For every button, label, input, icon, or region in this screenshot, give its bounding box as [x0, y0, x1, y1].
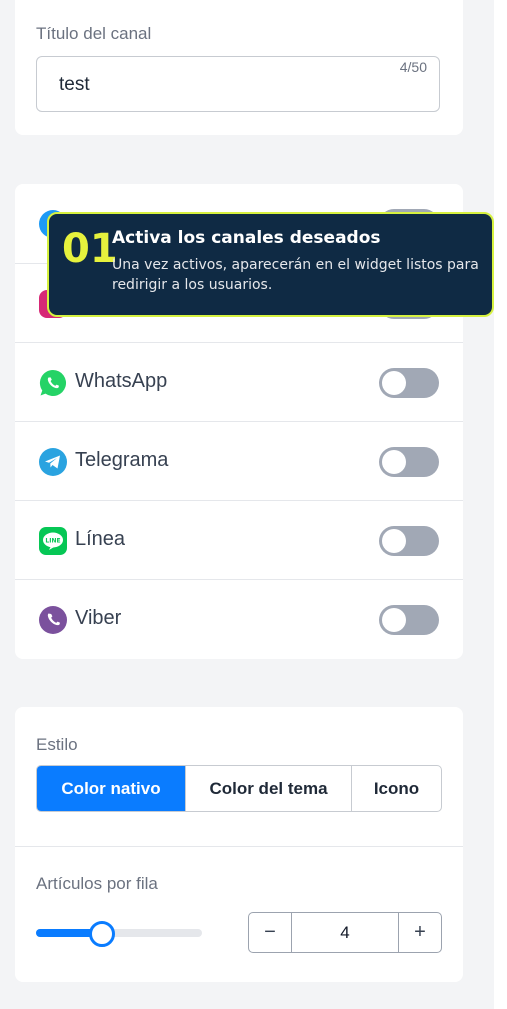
- items-per-row-value[interactable]: 4: [291, 913, 399, 952]
- settings-column: Título del canal test 4/50 WhatsApp Tele…: [0, 0, 494, 1009]
- toggle-knob: [382, 450, 406, 474]
- line-icon: LINE: [39, 527, 67, 555]
- channel-toggle[interactable]: [379, 368, 439, 398]
- items-per-row-label: Artículos por fila: [36, 874, 158, 893]
- character-counter: 4/50: [399, 59, 427, 75]
- style-option-icon[interactable]: Icono: [351, 766, 441, 811]
- increment-button[interactable]: +: [399, 913, 441, 952]
- viber-icon: [39, 606, 67, 634]
- channel-title-input[interactable]: test 4/50: [36, 56, 440, 112]
- style-label: Estilo: [36, 735, 78, 754]
- channel-name: WhatsApp: [75, 370, 168, 392]
- toggle-knob: [382, 529, 406, 553]
- onboarding-tooltip: 01 Activa los canales deseados Una vez a…: [47, 212, 494, 317]
- tooltip-description: Una vez activos, aparecerán en el widget…: [112, 257, 479, 293]
- tooltip-title: Activa los canales deseados: [112, 228, 381, 248]
- channel-row-telegram: Telegrama: [15, 421, 463, 501]
- svg-text:LINE: LINE: [45, 537, 60, 544]
- toggle-knob: [382, 608, 406, 632]
- telegram-icon: [39, 448, 67, 476]
- style-card: Estilo Color nativo Color del tema Icono…: [15, 707, 463, 982]
- channel-toggle[interactable]: [379, 447, 439, 477]
- channel-toggle[interactable]: [379, 605, 439, 635]
- style-option-theme-color[interactable]: Color del tema: [185, 766, 351, 811]
- channel-row-line: LINE Línea: [15, 500, 463, 580]
- style-segmented-control: Color nativo Color del tema Icono: [36, 765, 442, 812]
- items-per-row-stepper: − 4 +: [248, 912, 442, 953]
- channel-name: Telegrama: [75, 449, 169, 471]
- channel-title-label: Título del canal: [36, 24, 152, 43]
- channel-title-card: Título del canal test 4/50: [15, 0, 463, 135]
- channel-name: Viber: [75, 607, 122, 629]
- slider-thumb[interactable]: [89, 921, 116, 947]
- decrement-button[interactable]: −: [249, 913, 291, 952]
- channel-toggle[interactable]: [379, 526, 439, 556]
- toggle-knob: [382, 371, 406, 395]
- whatsapp-icon: [39, 369, 67, 396]
- style-option-native-color[interactable]: Color nativo: [37, 766, 185, 811]
- right-edge-panel: [494, 0, 507, 1009]
- channel-title-value: test: [59, 74, 90, 95]
- channel-name: Línea: [75, 528, 126, 550]
- divider: [15, 846, 463, 847]
- channel-row-whatsapp: WhatsApp: [15, 342, 463, 422]
- tooltip-step-number: 01: [62, 226, 118, 272]
- items-per-row-slider[interactable]: [36, 921, 202, 947]
- channel-row-viber: Viber: [15, 579, 463, 659]
